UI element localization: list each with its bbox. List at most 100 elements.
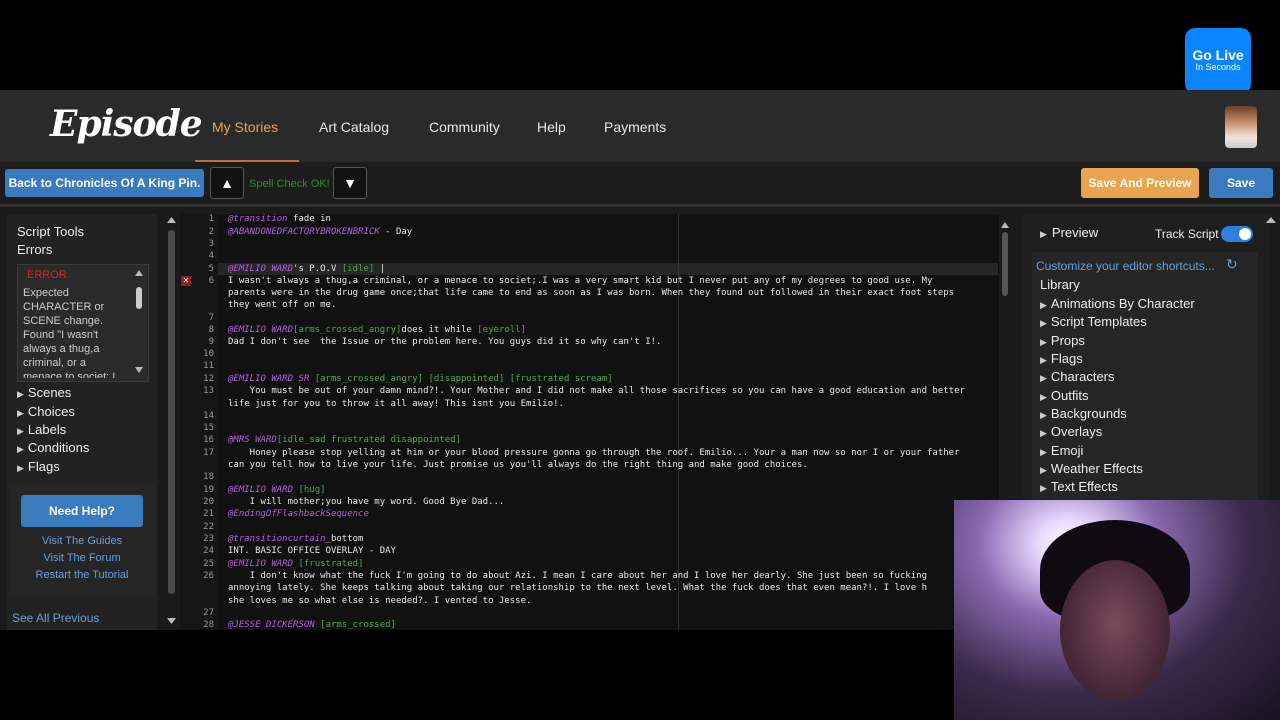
sidebar-item-scenes[interactable]: ▶ Scenes	[17, 385, 71, 400]
expand-icon: ▶	[1040, 355, 1047, 365]
code-line-6: I wasn't always a thug,a criminal, or a …	[228, 276, 933, 286]
line-number: 21	[203, 509, 214, 519]
expand-icon: ▶	[17, 444, 24, 454]
error-scrollbar[interactable]	[133, 267, 145, 377]
expand-icon: ▶	[1040, 392, 1047, 402]
script-tools-title: Script Tools	[17, 224, 84, 239]
save-button[interactable]: Save	[1209, 168, 1273, 198]
line-number: 1	[208, 214, 214, 224]
sidebar-item-conditions[interactable]: ▶ Conditions	[17, 440, 89, 455]
episode-logo[interactable]: Episode	[50, 103, 203, 145]
sidebar-item-label: Labels	[27, 422, 67, 437]
expand-icon: ▶	[1040, 410, 1047, 420]
restart-tutorial-link[interactable]: Restart the Tutorial	[9, 569, 155, 581]
expand-icon: ▶	[1040, 318, 1047, 328]
nav-community[interactable]: Community	[429, 119, 500, 135]
chevron-down-icon[interactable]: ▼	[333, 167, 367, 199]
library-item-label: Backgrounds	[1050, 406, 1127, 421]
nav-payments[interactable]: Payments	[604, 119, 666, 135]
code-line-26-wrap2: she loves me so what else is needed?. I …	[228, 596, 532, 606]
visit-forum-link[interactable]: Visit The Forum	[9, 552, 155, 564]
library-item-weather-effects[interactable]: ▶ Weather Effects	[1040, 461, 1143, 476]
line-number: 15	[203, 423, 214, 433]
visit-guides-link[interactable]: Visit The Guides	[9, 535, 155, 547]
library-item-animations-by-character[interactable]: ▶ Animations By Character	[1040, 296, 1195, 311]
go-live-subtitle: In Seconds	[1195, 62, 1241, 72]
code-line-2: @ABANDONEDFACTORYBROKENBRICK - Day	[228, 227, 413, 237]
line-number: 25	[203, 559, 214, 569]
see-all-previous-link[interactable]: See All Previous	[12, 611, 99, 625]
expand-icon: ▶	[1040, 483, 1047, 493]
library-item-label: Outfits	[1050, 388, 1089, 403]
code-line-1: @transition fade in	[228, 214, 331, 224]
track-script-toggle[interactable]	[1221, 226, 1253, 242]
expand-icon: ▶	[17, 463, 24, 473]
line-number: 18	[203, 472, 214, 482]
refresh-icon[interactable]: ↻	[1226, 256, 1238, 273]
line-number: 16	[203, 435, 214, 445]
code-line-26: I don't know what the fuck I'm going to …	[228, 571, 927, 581]
library-item-backgrounds[interactable]: ▶ Backgrounds	[1040, 406, 1127, 421]
code-line-17-wrap: can you tell how to live your life. Just…	[228, 460, 808, 470]
line-number: 14	[203, 411, 214, 421]
nav-help[interactable]: Help	[537, 119, 566, 135]
spell-check-status: Spell Check OK!	[249, 178, 330, 190]
scroll-up-icon	[135, 270, 143, 276]
left-panel-scrollbar[interactable]	[166, 214, 177, 630]
library-item-label: Text Effects	[1050, 479, 1118, 494]
line-number: 2	[208, 227, 214, 237]
code-line-16: @MRS WARD[idle_sad frustrated disappoint…	[228, 435, 462, 445]
nav-art-catalog[interactable]: Art Catalog	[319, 119, 389, 135]
library-item-label: Animations By Character	[1050, 296, 1195, 311]
library-item-label: Flags	[1050, 351, 1083, 366]
expand-icon: ▶	[1040, 229, 1047, 239]
sidebar-item-labels[interactable]: ▶ Labels	[17, 422, 66, 437]
library-item-props[interactable]: ▶ Props	[1040, 333, 1085, 348]
track-script-label: Track Script	[1155, 227, 1219, 241]
library-item-characters[interactable]: ▶ Characters	[1040, 369, 1115, 384]
code-line-6-wrap2: they went off on me.	[228, 300, 337, 310]
line-number: 22	[203, 522, 214, 532]
code-line-24: INT. BASIC OFFICE OVERLAY - DAY	[228, 546, 396, 556]
expand-icon: ▶	[17, 426, 24, 436]
code-line-20: I will mother;you have my word. Good Bye…	[228, 497, 505, 507]
sidebar-item-label: Choices	[27, 404, 75, 419]
expand-icon: ▶	[1040, 337, 1047, 347]
go-live-badge[interactable]: Go Live In Seconds	[1185, 28, 1251, 94]
user-avatar[interactable]	[1225, 106, 1257, 148]
library-item-emoji[interactable]: ▶ Emoji	[1040, 443, 1083, 458]
preview-toggle[interactable]: ▶ Preview	[1040, 225, 1098, 240]
line-number: 9	[208, 337, 214, 347]
line-number: 5	[208, 264, 214, 274]
line-number: 8	[208, 325, 214, 335]
back-to-story-button[interactable]: Back to Chronicles Of A King Pin.	[5, 169, 204, 197]
need-help-button[interactable]: Need Help?	[21, 495, 143, 527]
line-number: 3	[208, 239, 214, 249]
sidebar-item-label: Scenes	[27, 385, 72, 400]
customize-shortcuts-link[interactable]: Customize your editor shortcuts...	[1036, 259, 1215, 273]
expand-icon: ▶	[1040, 465, 1047, 475]
code-line-13: You must be out of your damn mind?!. You…	[228, 386, 965, 396]
line-number: 26	[203, 571, 214, 581]
library-item-flags[interactable]: ▶ Flags	[1040, 351, 1083, 366]
expand-icon: ▶	[1040, 447, 1047, 457]
library-item-outfits[interactable]: ▶ Outfits	[1040, 388, 1089, 403]
line-number: 6	[208, 276, 214, 286]
preview-label: Preview	[1051, 225, 1099, 240]
library-item-script-templates[interactable]: ▶ Script Templates	[1040, 314, 1147, 329]
webcam-person-face	[1060, 560, 1170, 700]
save-and-preview-button[interactable]: Save And Preview	[1081, 168, 1199, 198]
line-number: 4	[208, 251, 214, 261]
library-item-overlays[interactable]: ▶ Overlays	[1040, 424, 1102, 439]
code-line-28: @JESSE DICKERSON [arms_crossed]	[228, 620, 396, 630]
sidebar-item-choices[interactable]: ▶ Choices	[17, 404, 75, 419]
scroll-down-icon	[167, 618, 176, 624]
library-title: Library	[1040, 277, 1080, 292]
chevron-up-icon[interactable]: ▲	[210, 167, 244, 199]
line-number: 11	[203, 361, 214, 371]
sidebar-item-flags[interactable]: ▶ Flags	[17, 459, 60, 474]
scroll-thumb	[136, 287, 142, 309]
nav-my-stories[interactable]: My Stories	[212, 119, 278, 135]
line-number: 24	[203, 546, 214, 556]
library-item-text-effects[interactable]: ▶ Text Effects	[1040, 479, 1118, 494]
